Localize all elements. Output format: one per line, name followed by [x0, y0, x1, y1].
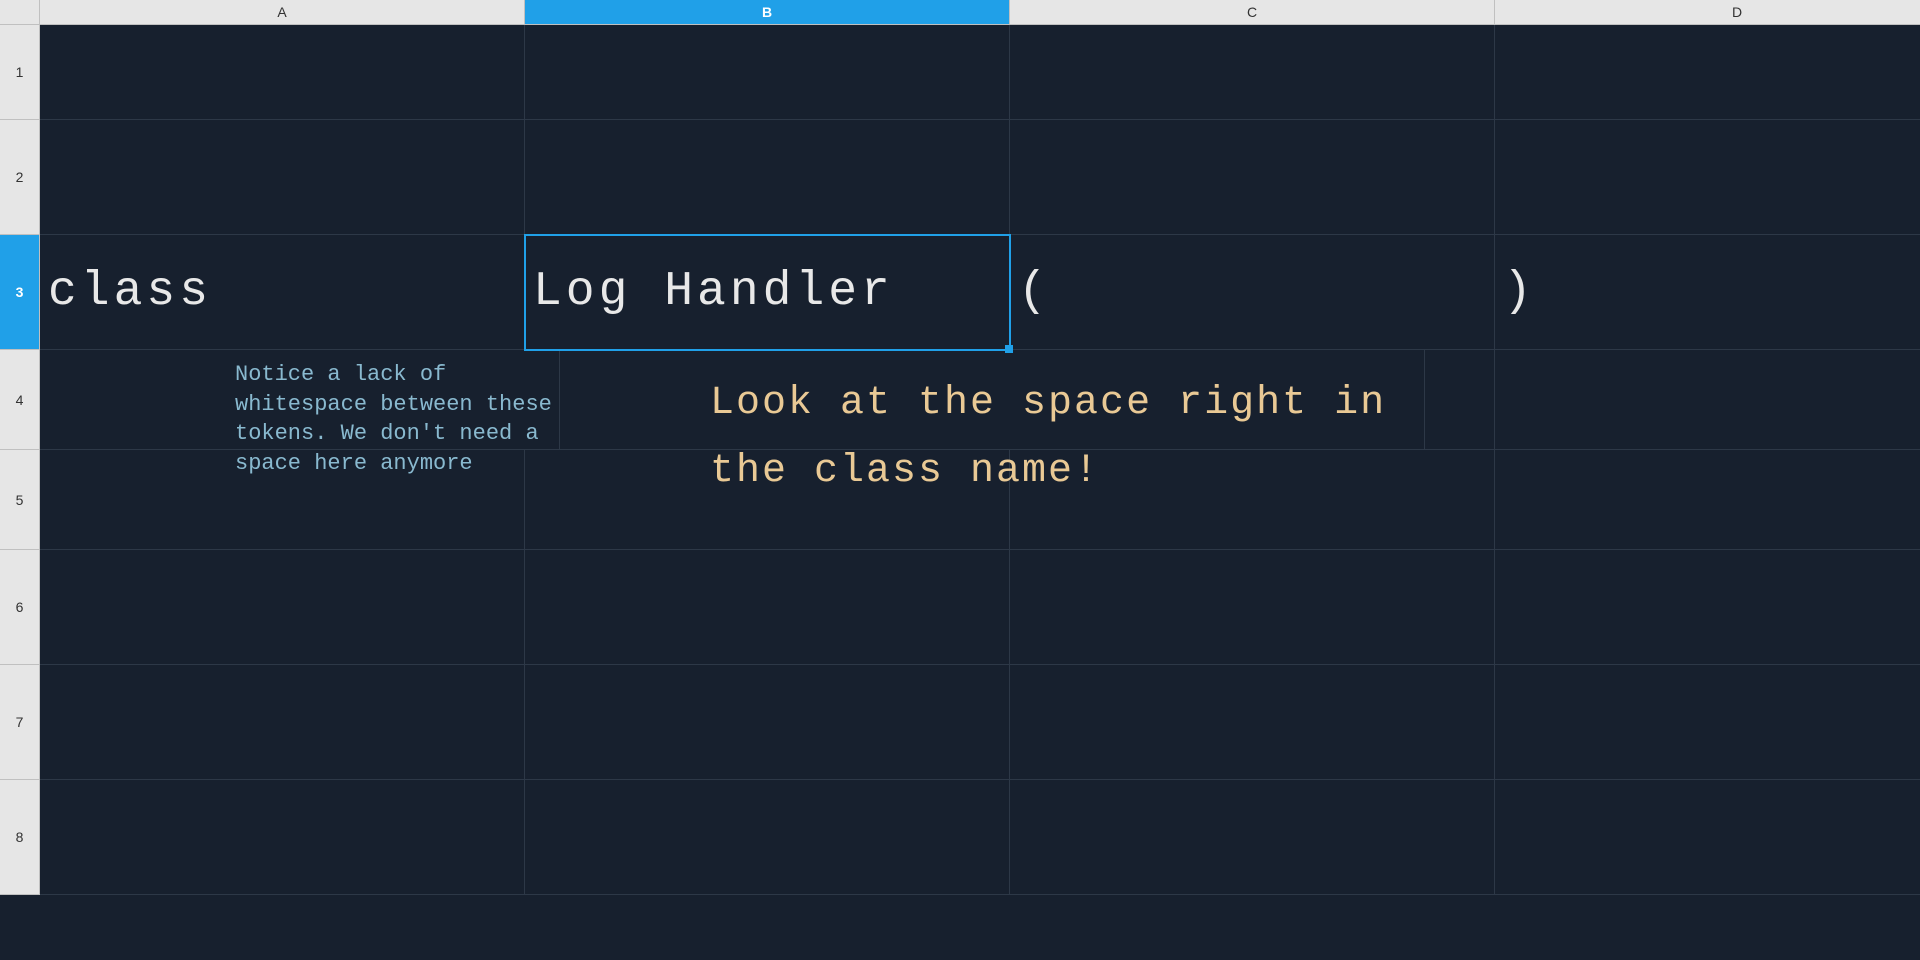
cell-C1[interactable] [1010, 25, 1495, 120]
row-header-3[interactable]: 3 [0, 235, 40, 350]
cell-A7[interactable] [40, 665, 525, 780]
cell-B8[interactable] [525, 780, 1010, 895]
cell-A2[interactable] [40, 120, 525, 235]
cell-C6[interactable] [1010, 550, 1495, 665]
cell-B3[interactable]: Log Handler [525, 235, 1010, 350]
row-header-2[interactable]: 2 [0, 120, 40, 235]
cell-B4[interactable]: Look at the space right in the class nam… [525, 350, 1425, 450]
col-header-B[interactable]: B [525, 0, 1010, 25]
row-header-8[interactable]: 8 [0, 780, 40, 895]
cell-C8[interactable] [1010, 780, 1495, 895]
cell-D2[interactable] [1495, 120, 1920, 235]
row-header-5[interactable]: 5 [0, 450, 40, 550]
col-header-C[interactable]: C [1010, 0, 1495, 25]
row-header-6[interactable]: 6 [0, 550, 40, 665]
row-header-1[interactable]: 1 [0, 25, 40, 120]
col-header-D[interactable]: D [1495, 0, 1920, 25]
cell-C7[interactable] [1010, 665, 1495, 780]
cell-B2[interactable] [525, 120, 1010, 235]
cell-C2[interactable] [1010, 120, 1495, 235]
cell-D6[interactable] [1495, 550, 1920, 665]
grid-corner[interactable] [0, 0, 40, 25]
cell-A4[interactable]: Notice a lack of whitespace between thes… [40, 350, 560, 450]
cell-B7[interactable] [525, 665, 1010, 780]
cell-D5[interactable] [1495, 450, 1920, 550]
cell-B6[interactable] [525, 550, 1010, 665]
cell-A6[interactable] [40, 550, 525, 665]
cell-A8[interactable] [40, 780, 525, 895]
cell-B1[interactable] [525, 25, 1010, 120]
col-header-A[interactable]: A [40, 0, 525, 25]
spreadsheet-grid: A B C D 1 2 3 class Log Handler ( ) 4 No… [0, 0, 1920, 960]
cell-D4[interactable] [1495, 350, 1920, 450]
cell-D3[interactable]: ) [1495, 235, 1920, 350]
cell-C3[interactable]: ( [1010, 235, 1495, 350]
row-header-7[interactable]: 7 [0, 665, 40, 780]
cell-D8[interactable] [1495, 780, 1920, 895]
cell-D7[interactable] [1495, 665, 1920, 780]
cell-A3[interactable]: class [40, 235, 525, 350]
row-header-4[interactable]: 4 [0, 350, 40, 450]
cell-D1[interactable] [1495, 25, 1920, 120]
cell-A1[interactable] [40, 25, 525, 120]
